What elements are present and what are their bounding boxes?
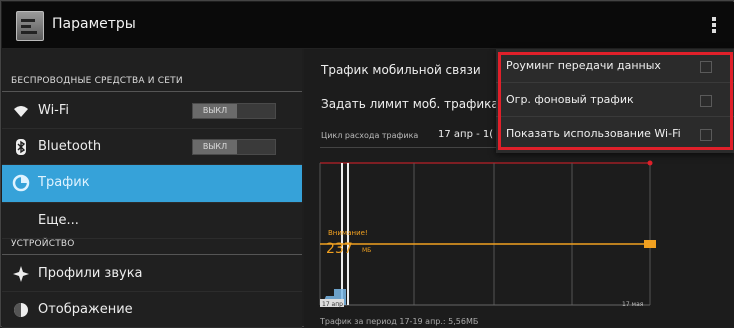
app-title: Параметры <box>52 16 136 32</box>
settings-icon[interactable] <box>16 11 44 41</box>
settings-window: Параметры БЕСПРОВОДНЫЕ СРЕДСТВА И СЕТИ W… <box>0 0 734 328</box>
sidebar-item-data-usage[interactable]: Трафик <box>2 165 302 203</box>
warning-handle[interactable] <box>644 240 656 248</box>
wifi-icon <box>14 106 28 117</box>
menu-item-label: Роуминг передачи данных <box>506 59 661 72</box>
menu-item-restrict-background[interactable]: Огр. фоновый трафик <box>496 83 734 117</box>
sidebar-item-sound[interactable]: Профили звука <box>2 256 302 292</box>
sidebar-item-label: Еще... <box>38 213 79 228</box>
warning-value: 237 <box>326 241 353 257</box>
section-divider <box>2 91 302 92</box>
sidebar-item-wifi[interactable]: Wi-Fi ВЫКЛ <box>2 93 302 129</box>
sidebar-item-label: Профили звука <box>38 266 143 281</box>
overflow-menu: Роуминг передачи данных Огр. фоновый тра… <box>496 49 734 153</box>
menu-item-label: Показать использование Wi-Fi <box>506 127 681 140</box>
wireless-section-header: БЕСПРОВОДНЫЕ СРЕДСТВА И СЕТИ <box>11 76 183 86</box>
sidebar-item-label: Bluetooth <box>38 139 102 154</box>
limit-handle[interactable] <box>647 160 653 166</box>
toggle-state: ВЫКЛ <box>193 140 237 154</box>
warning-unit: МБ <box>362 247 371 254</box>
sidebar-item-display[interactable]: Отображение <box>2 292 302 328</box>
menu-item-label: Огр. фоновый трафик <box>506 93 634 106</box>
sidebar-item-more[interactable]: Еще... <box>2 203 302 239</box>
restrict-background-checkbox[interactable] <box>700 95 712 107</box>
warning-label: Внимание! <box>328 229 368 237</box>
cycle-dropdown[interactable]: 17 апр - 1( <box>438 129 493 140</box>
sound-icon <box>13 266 29 282</box>
data-usage-icon <box>12 174 30 192</box>
x-start-label: 17 апр <box>322 301 343 308</box>
display-icon <box>14 303 28 317</box>
settings-sidebar: БЕСПРОВОДНЫЕ СРЕДСТВА И СЕТИ Wi-Fi ВЫКЛ … <box>2 49 302 328</box>
action-bar: Параметры <box>2 2 734 49</box>
device-section-header: УСТРОЙСТВО <box>11 239 75 249</box>
sidebar-item-label: Трафик <box>38 175 90 190</box>
menu-item-show-wifi[interactable]: Показать использование Wi-Fi <box>496 117 734 151</box>
overflow-menu-icon[interactable] <box>711 16 717 36</box>
chart-background <box>320 163 650 313</box>
sidebar-item-bluetooth[interactable]: Bluetooth ВЫКЛ <box>2 129 302 165</box>
bluetooth-toggle[interactable]: ВЫКЛ <box>192 139 276 155</box>
set-limit-setting[interactable]: Задать лимит моб. трафика <box>321 97 499 111</box>
x-end-label: 17 мая <box>622 301 644 308</box>
usage-footer: Трафик за период 17-19 апр.: 5,56МБ <box>320 317 479 326</box>
data-usage-chart[interactable]: Внимание! 237 МБ 17 апр 17 мая <box>304 149 734 315</box>
show-wifi-checkbox[interactable] <box>700 129 712 141</box>
menu-item-roaming[interactable]: Роуминг передачи данных <box>496 49 734 83</box>
cycle-label: Цикл расхода трафика <box>321 131 419 140</box>
wifi-toggle[interactable]: ВЫКЛ <box>192 103 276 119</box>
bluetooth-icon <box>16 139 26 155</box>
toggle-state: ВЫКЛ <box>193 104 237 118</box>
roaming-checkbox[interactable] <box>700 61 712 73</box>
sidebar-item-label: Отображение <box>38 302 133 317</box>
section-divider <box>2 254 302 255</box>
mobile-data-setting[interactable]: Трафик мобильной связи <box>321 63 481 77</box>
sidebar-item-label: Wi-Fi <box>38 103 70 118</box>
